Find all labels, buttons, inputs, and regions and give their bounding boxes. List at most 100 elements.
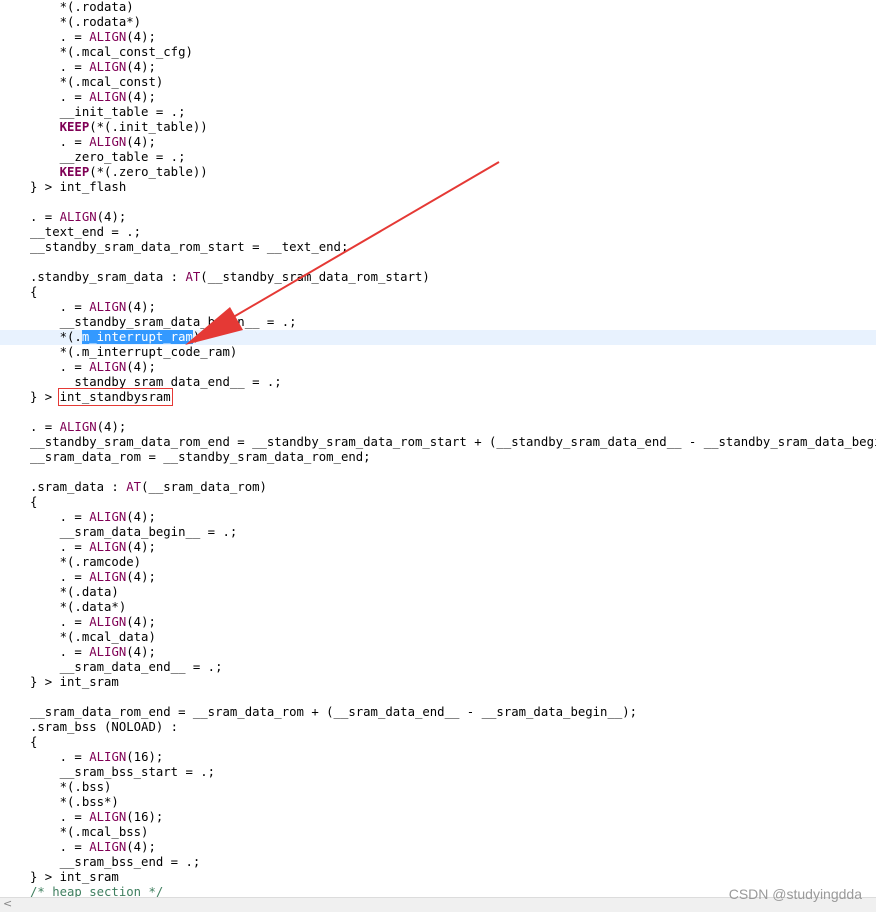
code-line[interactable]: __sram_bss_end = .; xyxy=(0,855,876,870)
function-token: AT xyxy=(126,480,142,494)
code-line[interactable]: *(.rodata*) xyxy=(0,15,876,30)
code-line[interactable]: *(.mcal_const) xyxy=(0,75,876,90)
code-token: (*(.zero_table)) xyxy=(89,165,208,179)
code-line[interactable]: __standby_sram_data_end__ = .; xyxy=(0,375,876,390)
code-line[interactable]: { xyxy=(0,285,876,300)
code-token: (4); xyxy=(96,420,127,434)
code-line[interactable]: . = ALIGN(16); xyxy=(0,810,876,825)
code-token: . = xyxy=(30,360,90,374)
code-token: *(.ramcode) xyxy=(30,555,142,569)
code-line[interactable]: } > int_sram xyxy=(0,675,876,690)
code-line[interactable]: __standby_sram_data_begin__ = .; xyxy=(0,315,876,330)
code-line[interactable]: .sram_data : AT(__sram_data_rom) xyxy=(0,480,876,495)
code-line[interactable]: *(.bss*) xyxy=(0,795,876,810)
code-line[interactable]: KEEP(*(.init_table)) xyxy=(0,120,876,135)
highlighted-region-name: int_standbysram xyxy=(57,388,173,406)
code-token: (*(.init_table)) xyxy=(89,120,208,134)
scroll-left-arrow-icon[interactable]: < xyxy=(3,897,12,910)
code-token: *(.mcal_data) xyxy=(30,630,156,644)
code-token: . = xyxy=(30,645,90,659)
code-line[interactable]: } > int_standbysram xyxy=(0,388,876,406)
code-line[interactable]: __sram_data_rom = __standby_sram_data_ro… xyxy=(0,450,876,465)
code-line[interactable]: .sram_bss (NOLOAD) : xyxy=(0,720,876,735)
code-line[interactable]: . = ALIGN(4); xyxy=(0,840,876,855)
code-token: . = xyxy=(30,90,90,104)
code-line[interactable]: __sram_data_begin__ = .; xyxy=(0,525,876,540)
code-line[interactable]: KEEP(*(.zero_table)) xyxy=(0,165,876,180)
code-line[interactable] xyxy=(0,405,876,420)
function-token: ALIGN xyxy=(89,645,127,659)
code-token: (4); xyxy=(126,90,156,104)
function-token: ALIGN xyxy=(89,300,127,314)
code-line[interactable]: . = ALIGN(4); xyxy=(0,135,876,150)
code-editor[interactable]: *(.rodata) *(.rodata*) . = ALIGN(4); *(.… xyxy=(0,0,876,912)
code-token: *(.bss) xyxy=(30,780,112,794)
code-line[interactable]: } > int_sram xyxy=(0,870,876,885)
code-line[interactable]: . = ALIGN(4); xyxy=(0,645,876,660)
code-line[interactable]: __zero_table = .; xyxy=(0,150,876,165)
code-token: . = xyxy=(30,30,90,44)
code-line[interactable]: { xyxy=(0,495,876,510)
code-line[interactable] xyxy=(0,255,876,270)
function-token: ALIGN xyxy=(89,615,127,629)
code-token: . = xyxy=(30,540,90,554)
code-line[interactable]: . = ALIGN(4); xyxy=(0,210,876,225)
code-line[interactable]: *(.data) xyxy=(0,585,876,600)
code-token: . = xyxy=(30,300,90,314)
code-token: *(.mcal_const_cfg) xyxy=(30,45,193,59)
code-line[interactable]: . = ALIGN(4); xyxy=(0,30,876,45)
code-token: __zero_table = .; xyxy=(30,150,186,164)
code-line[interactable]: .standby_sram_data : AT(__standby_sram_d… xyxy=(0,270,876,285)
code-token: __init_table = .; xyxy=(30,105,186,119)
code-line[interactable]: . = ALIGN(4); xyxy=(0,570,876,585)
horizontal-scrollbar[interactable]: < xyxy=(0,897,876,912)
code-token: __standby_sram_data_rom_start = __text_e… xyxy=(30,240,349,254)
code-token: { xyxy=(30,285,38,299)
code-line[interactable] xyxy=(0,690,876,705)
code-line[interactable]: *(.bss) xyxy=(0,780,876,795)
code-line[interactable]: . = ALIGN(4); xyxy=(0,60,876,75)
code-line[interactable]: . = ALIGN(4); xyxy=(0,360,876,375)
code-token: (16); xyxy=(126,810,164,824)
code-line[interactable]: . = ALIGN(4); xyxy=(0,300,876,315)
code-line[interactable]: *(.mcal_bss) xyxy=(0,825,876,840)
code-line[interactable]: . = ALIGN(4); xyxy=(0,90,876,105)
code-line[interactable]: __sram_data_end__ = .; xyxy=(0,660,876,675)
code-line[interactable]: __standby_sram_data_rom_start = __text_e… xyxy=(0,240,876,255)
code-token: __sram_data_begin__ = .; xyxy=(30,525,238,539)
code-line[interactable]: { xyxy=(0,735,876,750)
code-token: (4); xyxy=(126,615,156,629)
code-token: *(.bss*) xyxy=(30,795,119,809)
code-token: } > int_sram xyxy=(30,870,119,884)
code-token: } > int_flash xyxy=(30,180,127,194)
code-line[interactable] xyxy=(0,465,876,480)
code-line[interactable]: __sram_bss_start = .; xyxy=(0,765,876,780)
code-token: (4); xyxy=(126,360,156,374)
code-token: ) xyxy=(192,330,201,344)
code-line[interactable]: __text_end = .; xyxy=(0,225,876,240)
code-line[interactable]: *(.m_interrupt_code_ram) xyxy=(0,345,876,360)
code-line[interactable]: . = ALIGN(4); xyxy=(0,510,876,525)
code-token: (__sram_data_rom) xyxy=(141,480,267,494)
code-line[interactable]: . = ALIGN(4); xyxy=(0,540,876,555)
code-token: (4); xyxy=(126,645,156,659)
code-token: *(.mcal_const) xyxy=(30,75,164,89)
code-token: __standby_sram_data_end__ = .; xyxy=(30,375,282,389)
code-line[interactable]: *(.m_interrupt_ram) xyxy=(0,330,876,345)
code-line[interactable]: . = ALIGN(4); xyxy=(0,420,876,435)
code-line[interactable]: *(.mcal_const_cfg) xyxy=(0,45,876,60)
code-line[interactable]: *(.rodata) xyxy=(0,0,876,15)
code-line[interactable]: __init_table = .; xyxy=(0,105,876,120)
code-line[interactable]: . = ALIGN(4); xyxy=(0,615,876,630)
code-line[interactable]: __standby_sram_data_rom_end = __standby_… xyxy=(0,435,876,450)
code-line[interactable]: *(.data*) xyxy=(0,600,876,615)
code-line[interactable]: *(.mcal_data) xyxy=(0,630,876,645)
code-line[interactable]: *(.ramcode) xyxy=(0,555,876,570)
code-line[interactable]: . = ALIGN(16); xyxy=(0,750,876,765)
code-token: (4); xyxy=(126,300,156,314)
code-line[interactable]: __sram_data_rom_end = __sram_data_rom + … xyxy=(0,705,876,720)
code-line[interactable] xyxy=(0,195,876,210)
code-line[interactable]: } > int_flash xyxy=(0,180,876,195)
code-token: . = xyxy=(30,135,90,149)
code-token: . = xyxy=(30,810,90,824)
